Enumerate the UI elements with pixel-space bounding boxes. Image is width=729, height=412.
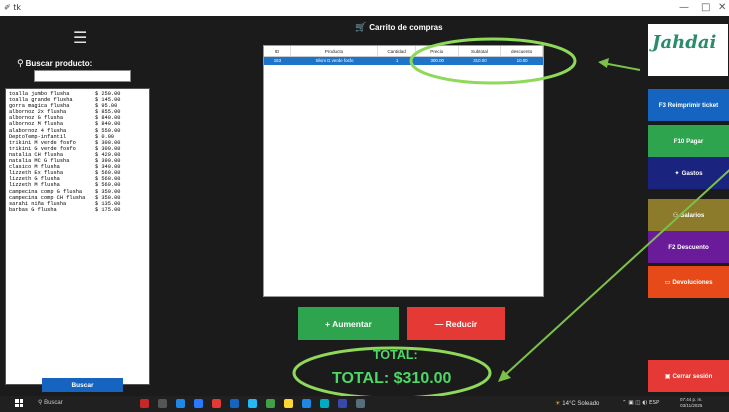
- total-label: TOTAL:: [373, 348, 418, 362]
- total-value: TOTAL: $310.00: [332, 370, 452, 387]
- table-row[interactable]: 153 trikini G verde fosfo 1 300.00 310.00 10.…: [264, 57, 543, 65]
- folder-icon[interactable]: [284, 399, 293, 408]
- returns-button[interactable]: ▭ Devoluciones: [648, 266, 729, 298]
- product-list[interactable]: toalla jumbo flusha $ 250.00 toalla grande…: [5, 88, 150, 385]
- cart-table-body: 153 trikini G verde fosfo 1 300.00 310.00 10.…: [264, 57, 543, 65]
- app-icon[interactable]: [320, 399, 329, 408]
- search-input[interactable]: [34, 70, 131, 82]
- logout-button[interactable]: ▣ Cerrar sesión: [648, 360, 729, 392]
- app-icon[interactable]: [266, 399, 275, 408]
- app-icon[interactable]: [212, 399, 221, 408]
- salaries-icon: ⚇: [672, 211, 679, 219]
- button-label: Salarios: [680, 211, 705, 219]
- app-icon[interactable]: [140, 399, 149, 408]
- task-view-icon[interactable]: [158, 399, 167, 408]
- button-label: Gastos: [681, 169, 703, 177]
- menu-icon[interactable]: ☰: [73, 28, 87, 47]
- table-cell: 1: [395, 58, 399, 63]
- logout-icon: ▣: [664, 372, 671, 380]
- pay-button[interactable]: F10 Pagar: [648, 125, 729, 157]
- column-header[interactable]: ID: [264, 46, 291, 56]
- salaries-button[interactable]: ⚇ Salarios: [648, 199, 729, 231]
- table-cell: 310.00: [473, 58, 487, 63]
- cart-table-header: ID Producto Cantidad Precio Subtotal descuent…: [264, 46, 543, 57]
- brand-logo: Jahdai: [648, 24, 728, 76]
- button-label: F2 Descuento: [668, 243, 709, 251]
- browser-icon[interactable]: [194, 399, 203, 408]
- discount-button[interactable]: F2 Descuento: [648, 231, 729, 263]
- app-icon[interactable]: [356, 399, 365, 408]
- annotation-arrowhead-bottom: [498, 370, 511, 382]
- close-button[interactable]: ✕: [718, 2, 726, 13]
- button-label: F3 Reimprimir ticket: [658, 101, 719, 109]
- window-titlebar: ✐ tk — □ ✕: [0, 0, 729, 16]
- button-label: Devoluciones: [672, 278, 713, 286]
- system-tray[interactable]: ⌃ ▣ ◫ ◖) ESP: [622, 400, 659, 406]
- reduce-quantity-button[interactable]: — Reducir: [407, 307, 505, 340]
- taskbar-search[interactable]: ⚲ Buscar: [38, 399, 63, 406]
- product-name: barbas G flusha: [9, 206, 57, 213]
- column-header[interactable]: Precio: [416, 46, 459, 56]
- weather-widget[interactable]: ☀ 14°C Soleado: [555, 400, 599, 407]
- search-icon: ⚲: [17, 59, 24, 69]
- cart-table[interactable]: ID Producto Cantidad Precio Subtotal descuent…: [263, 45, 544, 297]
- product-price: $ 175.00: [95, 206, 121, 213]
- table-cell: 10.00: [516, 58, 528, 63]
- maximize-button[interactable]: □: [701, 2, 710, 13]
- expenses-icon: ✦: [674, 169, 680, 177]
- column-header[interactable]: descuento: [501, 46, 543, 56]
- expenses-button[interactable]: ✦ Gastos: [648, 157, 729, 189]
- button-label: Cerrar sesión: [672, 372, 713, 380]
- app-icon[interactable]: [176, 399, 185, 408]
- column-header[interactable]: Producto: [291, 46, 379, 56]
- search-label: ⚲ Buscar producto:: [17, 59, 93, 69]
- add-quantity-button[interactable]: + Aumentar: [298, 307, 399, 340]
- table-cell: 153: [273, 58, 282, 63]
- table-cell: trikini G verde fosfo: [315, 58, 354, 63]
- list-item[interactable]: barbas G flusha $ 175.00: [9, 207, 146, 213]
- taskbar: ⚲ Buscar ☀ 14°C Soleado ⌃ ▣ ◫ ◖) ESP 07:…: [0, 396, 729, 412]
- app-icon: ✐ tk: [4, 3, 22, 12]
- taskbar-apps: [140, 399, 365, 408]
- app-icon[interactable]: [302, 399, 311, 408]
- annotation-arrow-top: [602, 62, 641, 71]
- cart-icon: 🛒: [355, 23, 367, 33]
- reprint-ticket-button[interactable]: F3 Reimprimir ticket: [648, 89, 729, 121]
- cart-title: 🛒 Carrito de compras: [355, 23, 443, 33]
- sidebar: ☰ ⚲ Buscar producto: toalla jumbo flusha $…: [0, 16, 160, 396]
- button-label: F10 Pagar: [673, 137, 704, 145]
- app-icon[interactable]: [338, 399, 347, 408]
- app-icon[interactable]: [230, 399, 239, 408]
- start-button[interactable]: [15, 399, 23, 407]
- table-cell: 300.00: [430, 58, 444, 63]
- column-header[interactable]: Cantidad: [378, 46, 416, 56]
- app-icon[interactable]: [248, 399, 257, 408]
- column-header[interactable]: Subtotal: [459, 46, 502, 56]
- minimize-button[interactable]: —: [679, 2, 689, 13]
- annotation-arrowhead-top: [598, 58, 609, 68]
- clock[interactable]: 07:44 p. m. 03/11/2025: [680, 397, 703, 409]
- search-button[interactable]: Buscar: [42, 378, 123, 392]
- returns-icon: ▭: [664, 278, 671, 286]
